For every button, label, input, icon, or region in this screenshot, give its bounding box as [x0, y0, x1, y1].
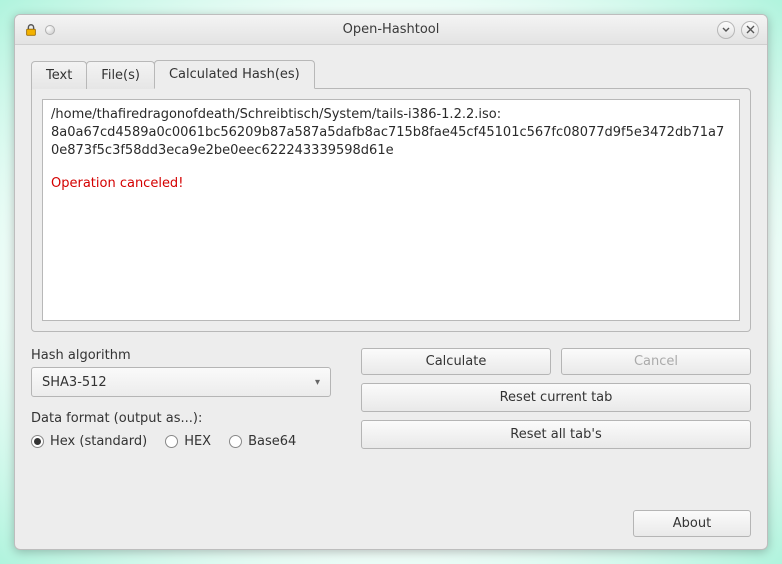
tab-page-calculated: /home/thafiredragonofdeath/Schreibtisch/…: [31, 88, 751, 332]
chevron-down-icon: ▾: [315, 377, 320, 388]
output-status: Operation canceled!: [51, 175, 731, 193]
reset-all-tabs-button[interactable]: Reset all tab's: [361, 420, 751, 449]
output-hash-value: 8a0a67cd4589a0c0061bc56209b87a587a5dafb8…: [51, 124, 731, 160]
radio-dot-icon: [165, 435, 178, 448]
radio-label: Hex (standard): [50, 434, 147, 449]
window-title: Open-Hashtool: [15, 22, 767, 37]
radio-label: HEX: [184, 434, 211, 449]
app-lock-icon: [23, 22, 39, 38]
hash-algorithm-value: SHA3-512: [42, 375, 107, 390]
about-button[interactable]: About: [633, 510, 751, 537]
radio-dot-icon: [31, 435, 44, 448]
output-file-path: /home/thafiredragonofdeath/Schreibtisch/…: [51, 106, 731, 124]
cancel-button[interactable]: Cancel: [561, 348, 751, 375]
controls-row: Hash algorithm SHA3-512 ▾ Data format (o…: [31, 348, 751, 449]
tab-files[interactable]: File(s): [86, 61, 155, 89]
content-area: Text File(s) Calculated Hash(es) /home/t…: [15, 45, 767, 549]
tab-calculated-hashes[interactable]: Calculated Hash(es): [154, 60, 315, 89]
radio-label: Base64: [248, 434, 296, 449]
hash-output[interactable]: /home/thafiredragonofdeath/Schreibtisch/…: [42, 99, 740, 321]
data-format-radios: Hex (standard) HEX Base64: [31, 434, 331, 449]
radio-base64[interactable]: Base64: [229, 434, 296, 449]
calculate-button[interactable]: Calculate: [361, 348, 551, 375]
close-button[interactable]: [741, 21, 759, 39]
hash-algorithm-label: Hash algorithm: [31, 348, 331, 363]
radio-hex-standard[interactable]: Hex (standard): [31, 434, 147, 449]
app-window: Open-Hashtool Text File(s) Calculated Ha…: [14, 14, 768, 550]
radio-dot-icon: [229, 435, 242, 448]
titlebar-dot-icon: [45, 25, 55, 35]
data-format-label: Data format (output as...):: [31, 411, 331, 426]
tab-bar: Text File(s) Calculated Hash(es): [31, 59, 751, 88]
reset-current-tab-button[interactable]: Reset current tab: [361, 383, 751, 412]
minimize-button[interactable]: [717, 21, 735, 39]
titlebar: Open-Hashtool: [15, 15, 767, 45]
footer: About: [31, 498, 751, 537]
radio-hex-upper[interactable]: HEX: [165, 434, 211, 449]
tab-text[interactable]: Text: [31, 61, 87, 89]
hash-algorithm-select[interactable]: SHA3-512 ▾: [31, 367, 331, 397]
